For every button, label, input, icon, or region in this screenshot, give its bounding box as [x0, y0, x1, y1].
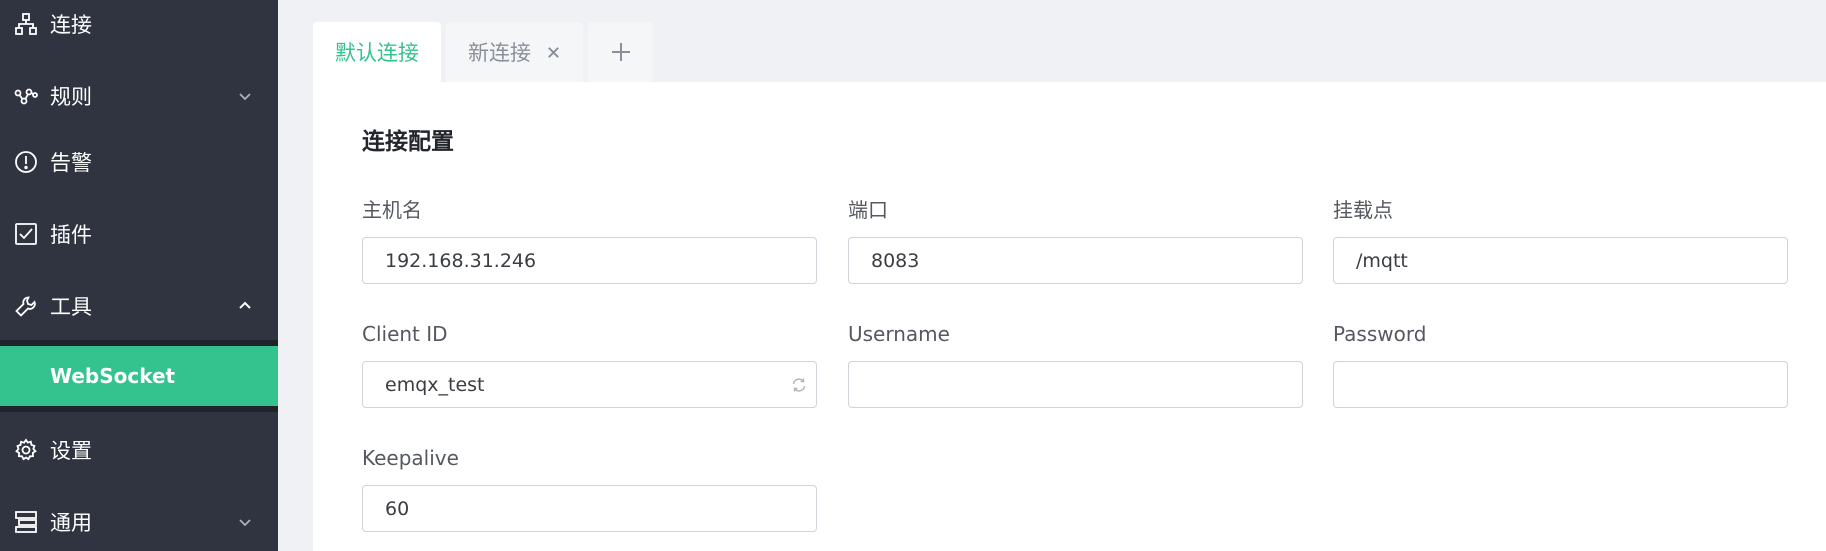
sidebar-item-label: 规则: [50, 85, 92, 109]
client-id-label: Client ID: [362, 322, 448, 346]
alert-icon: [13, 149, 39, 175]
tab-new-connection[interactable]: 新连接: [446, 22, 583, 82]
port-label: 端口: [848, 198, 888, 222]
sidebar-item-label: 告警: [50, 151, 92, 175]
keepalive-label: Keepalive: [362, 446, 459, 470]
nodes-icon: [13, 83, 39, 109]
host-value: 192.168.31.246: [385, 249, 537, 272]
keepalive-field: Keepalive 60: [362, 443, 817, 532]
sidebar-item-label: 工具: [50, 295, 92, 319]
keepalive-value: 60: [385, 497, 410, 520]
port-input[interactable]: 8083: [848, 237, 1303, 284]
section-title: 连接配置: [362, 129, 454, 155]
sidebar-item-connections[interactable]: 连接: [0, 0, 278, 54]
client-id-input[interactable]: emqx_test: [362, 361, 817, 408]
client-id-field: Client ID emqx_test: [362, 319, 817, 408]
tab-default-connection[interactable]: 默认连接: [313, 22, 441, 82]
host-input[interactable]: 192.168.31.246: [362, 237, 817, 284]
tab-label: 默认连接: [335, 41, 419, 65]
refresh-icon[interactable]: [790, 376, 808, 394]
client-id-value: emqx_test: [385, 373, 485, 396]
add-tab-button[interactable]: [588, 22, 653, 82]
mount-label: 挂载点: [1333, 198, 1393, 222]
username-label: Username: [848, 322, 950, 346]
sidebar-item-label: 插件: [50, 223, 92, 247]
mount-field: 挂载点 /mqtt: [1333, 195, 1788, 284]
port-value: 8083: [871, 249, 920, 272]
sidebar-item-tools[interactable]: 工具: [0, 276, 278, 336]
close-icon[interactable]: [545, 44, 561, 60]
connection-tabs: 默认连接 新连接: [313, 22, 653, 82]
keepalive-input[interactable]: 60: [362, 485, 817, 532]
mount-value: /mqtt: [1356, 249, 1408, 272]
sidebar-item-settings[interactable]: 设置: [0, 420, 278, 480]
network-icon: [13, 11, 39, 37]
password-label: Password: [1333, 322, 1427, 346]
port-field: 端口 8083: [848, 195, 1303, 284]
host-field: 主机名 192.168.31.246: [362, 195, 817, 284]
wrench-icon: [13, 293, 39, 319]
password-input[interactable]: [1333, 361, 1788, 408]
host-label: 主机名: [362, 198, 422, 222]
sidebar-subitem-label: WebSocket: [50, 364, 176, 388]
mount-input[interactable]: /mqtt: [1333, 237, 1788, 284]
sidebar-item-label: 连接: [50, 13, 92, 37]
chevron-down-icon: [238, 515, 252, 529]
sidebar-item-plugins[interactable]: 插件: [0, 204, 278, 264]
username-field: Username: [848, 319, 1303, 408]
sidebar: 连接 规则 告警 插件 工具 WebSocket 设置 通用: [0, 0, 278, 551]
sidebar-item-label: 设置: [50, 439, 92, 463]
tab-label: 新连接: [468, 41, 531, 65]
sidebar-item-general[interactable]: 通用: [0, 492, 278, 551]
plus-icon: [611, 43, 630, 61]
sidebar-item-alarms[interactable]: 告警: [0, 132, 278, 192]
checkbox-icon: [13, 221, 39, 247]
layers-icon: [13, 509, 39, 535]
username-input[interactable]: [848, 361, 1303, 408]
tools-submenu: WebSocket: [0, 340, 278, 412]
gear-icon: [13, 437, 39, 463]
chevron-up-icon: [238, 299, 252, 313]
sidebar-subitem-websocket[interactable]: WebSocket: [0, 346, 278, 406]
chevron-down-icon: [238, 89, 252, 103]
sidebar-item-rules[interactable]: 规则: [0, 66, 278, 126]
connection-config-panel: 连接配置 主机名 192.168.31.246 端口 8083 挂载点 /mqt…: [313, 82, 1826, 551]
sidebar-item-label: 通用: [50, 511, 92, 535]
password-field: Password: [1333, 319, 1788, 408]
